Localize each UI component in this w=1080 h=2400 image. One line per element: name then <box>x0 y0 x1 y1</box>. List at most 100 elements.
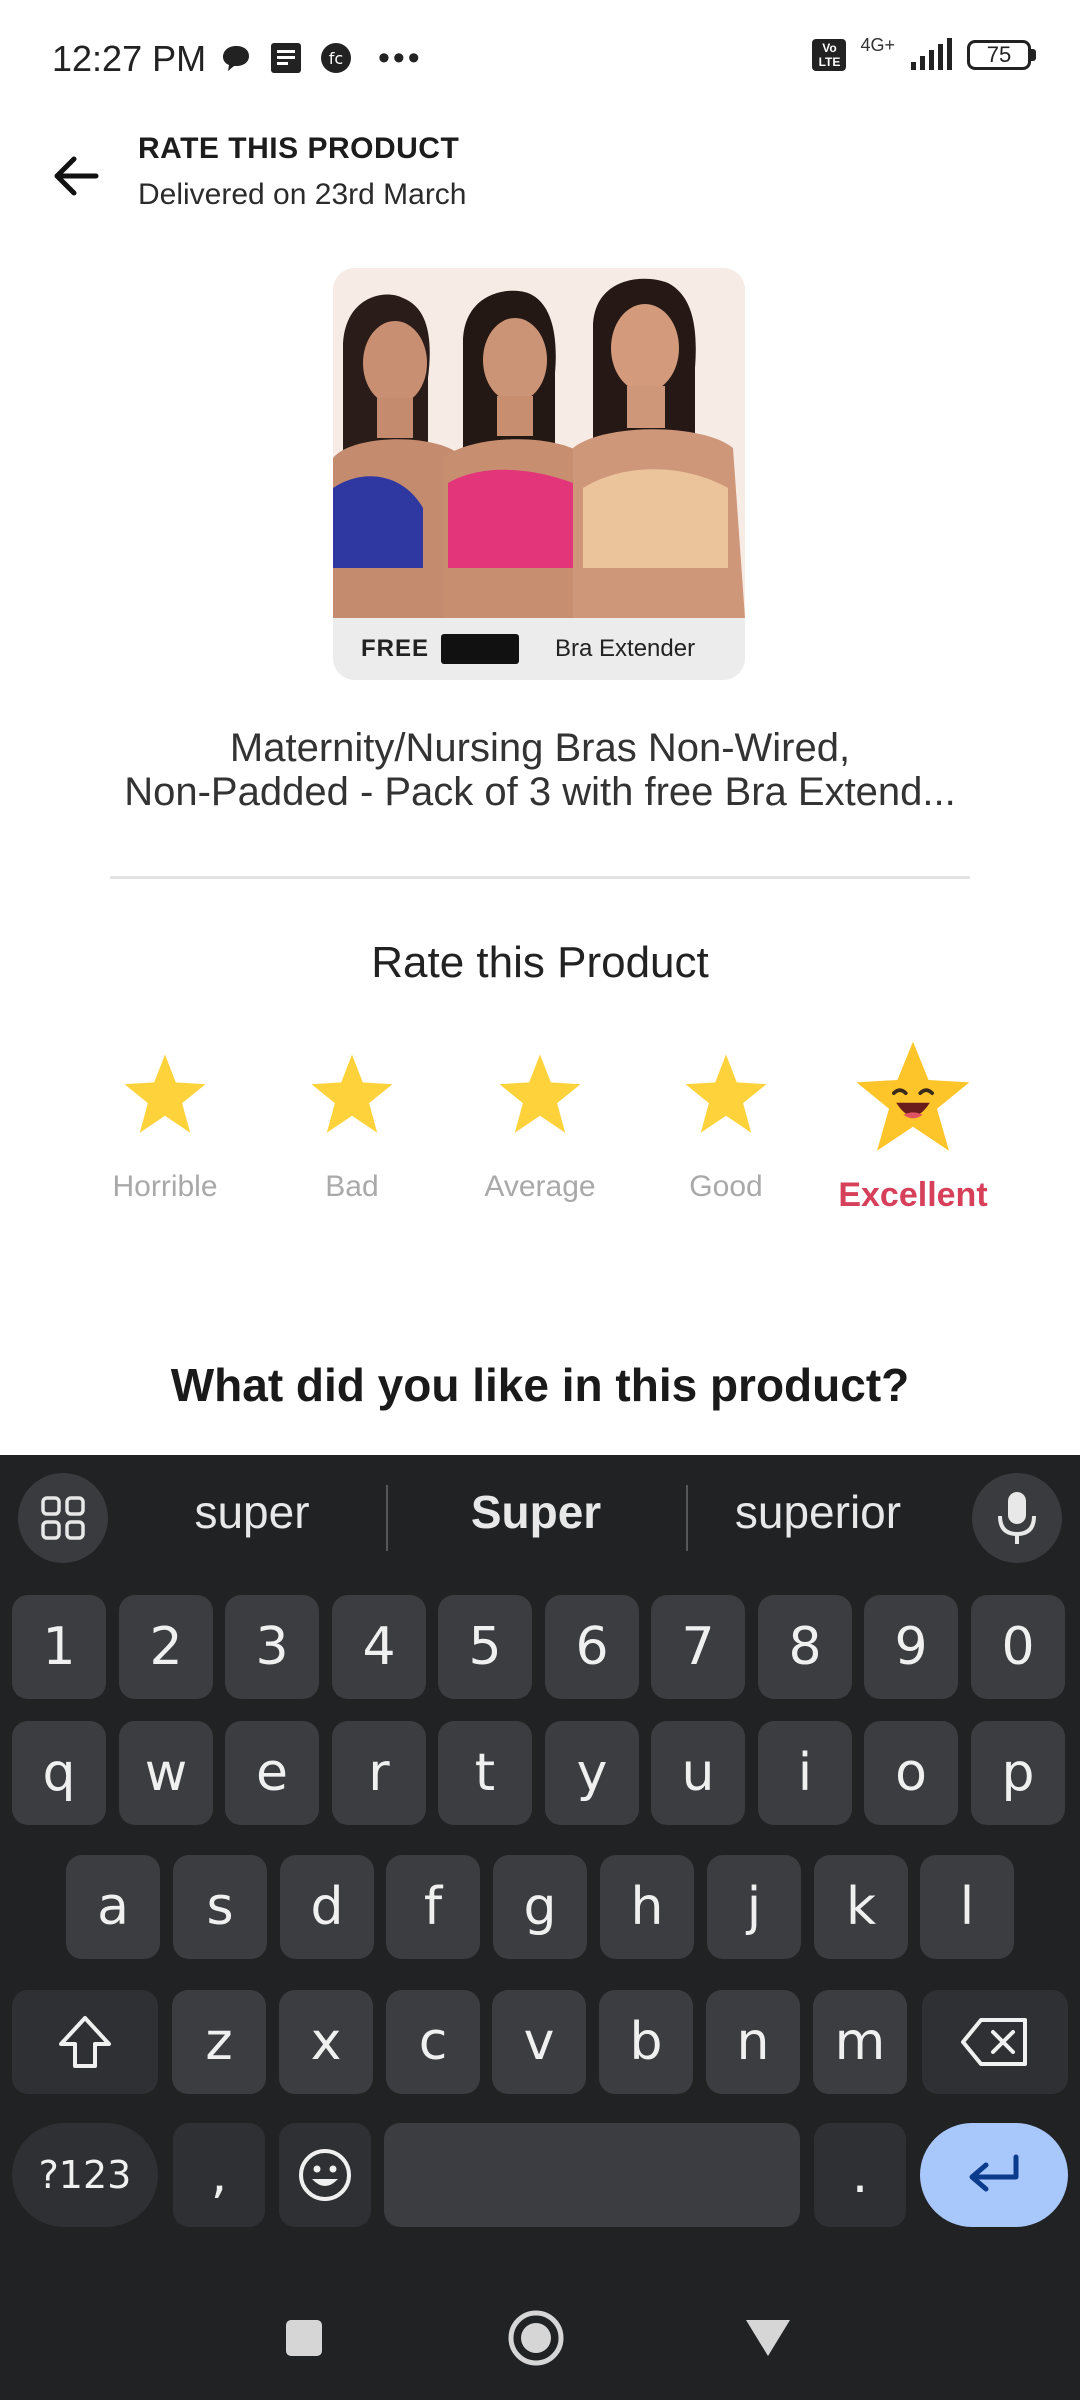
note-icon <box>268 40 304 76</box>
space-key[interactable] <box>384 2123 800 2227</box>
product-name: Maternity/Nursing Bras Non-Wired, Non-Pa… <box>124 726 956 814</box>
comma-key[interactable]: , <box>173 2123 265 2227</box>
symbols-key[interactable]: ?123 <box>12 2123 158 2227</box>
letter-key-k[interactable]: k <box>814 1855 908 1959</box>
letter-key-v[interactable]: v <box>492 1990 586 2094</box>
star-icon <box>311 1054 393 1133</box>
status-notification-icons: fc ••• <box>218 40 423 76</box>
system-navigation-bar <box>0 2270 1080 2400</box>
number-key-6[interactable]: 6 <box>545 1595 639 1699</box>
rating-option-bad[interactable]: Bad <box>262 1050 442 1204</box>
rating-label: Average <box>484 1170 596 1203</box>
letter-key-n[interactable]: n <box>706 1990 800 2094</box>
suggestion-1[interactable]: super <box>122 1485 382 1539</box>
back-arrow-icon <box>54 156 99 196</box>
rating-label: Good <box>689 1170 763 1203</box>
letter-key-p[interactable]: p <box>971 1721 1065 1825</box>
product-photo <box>333 268 745 618</box>
letter-key-z[interactable]: z <box>172 1990 266 2094</box>
letter-key-m[interactable]: m <box>813 1990 907 2094</box>
shift-icon <box>59 2016 111 2068</box>
number-key-4[interactable]: 4 <box>332 1595 426 1699</box>
divider <box>110 876 970 879</box>
more-dots-icon: ••• <box>378 39 423 77</box>
suggestion-3[interactable]: superior <box>688 1485 948 1539</box>
status-bar: 12:27 PM fc ••• Vo LTE 4G+ 75 <box>0 0 1080 120</box>
rating-option-excellent[interactable]: Excellent <box>823 1041 1003 1215</box>
banner-free-label: FREE <box>361 635 430 662</box>
keyboard: super Super superior ?123 , . 1 2 3 4 5 … <box>0 1455 1080 2400</box>
happy-star-icon <box>856 1041 970 1151</box>
triangle-back-icon <box>746 2320 790 2356</box>
letter-key-x[interactable]: x <box>279 1990 373 2094</box>
rating-label: Excellent <box>838 1176 988 1214</box>
letter-key-c[interactable]: c <box>386 1990 480 2094</box>
voice-input-button[interactable] <box>972 1473 1062 1563</box>
number-key-2[interactable]: 2 <box>119 1595 213 1699</box>
letter-key-d[interactable]: d <box>280 1855 374 1959</box>
banner-text: Bra Extender <box>555 635 696 662</box>
rating-option-good[interactable]: Good <box>636 1050 816 1204</box>
letter-key-t[interactable]: t <box>438 1721 532 1825</box>
shift-key[interactable] <box>12 1990 158 2094</box>
rating-label: Bad <box>325 1170 379 1203</box>
chat-icon <box>218 40 254 76</box>
letter-key-h[interactable]: h <box>600 1855 694 1959</box>
period-key[interactable]: . <box>814 2123 906 2227</box>
number-key-5[interactable]: 5 <box>438 1595 532 1699</box>
suggestion-bar: super Super superior <box>0 1455 1080 1579</box>
rating-option-horrible[interactable]: Horrible <box>75 1050 255 1204</box>
backspace-icon <box>961 2018 1027 2066</box>
number-key-0[interactable]: 0 <box>971 1595 1065 1699</box>
enter-key[interactable] <box>920 2123 1068 2227</box>
product-image[interactable]: FREE Bra Extender <box>333 268 745 680</box>
signal-icon <box>911 38 952 70</box>
letter-key-f[interactable]: f <box>386 1855 480 1959</box>
letter-key-y[interactable]: y <box>545 1721 639 1825</box>
svg-text:fc: fc <box>329 49 343 68</box>
star-icon <box>685 1054 767 1133</box>
backspace-key[interactable] <box>922 1990 1068 2094</box>
number-key-8[interactable]: 8 <box>758 1595 852 1699</box>
letter-key-l[interactable]: l <box>920 1855 1014 1959</box>
letter-key-q[interactable]: q <box>12 1721 106 1825</box>
letter-key-b[interactable]: b <box>599 1990 693 2094</box>
star-icon <box>499 1054 581 1133</box>
like-question: What did you like in this product? <box>170 1359 910 1411</box>
battery-icon: 75 <box>967 40 1036 70</box>
letter-key-i[interactable]: i <box>758 1721 852 1825</box>
number-key-1[interactable]: 1 <box>12 1595 106 1699</box>
recents-button[interactable] <box>274 2308 334 2368</box>
emoji-icon <box>299 2149 351 2201</box>
letter-key-o[interactable]: o <box>864 1721 958 1825</box>
rating-stars: Horrible Bad Average Good Excellent <box>0 1041 1080 1250</box>
back-button[interactable] <box>44 144 108 208</box>
rate-title: Rate this Product <box>371 938 709 987</box>
number-key-7[interactable]: 7 <box>651 1595 745 1699</box>
letter-key-a[interactable]: a <box>66 1855 160 1959</box>
letter-key-s[interactable]: s <box>173 1855 267 1959</box>
microphone-icon <box>998 1492 1036 1544</box>
app-header: RATE THIS PRODUCT Delivered on 23rd Marc… <box>0 120 1080 230</box>
letter-key-w[interactable]: w <box>119 1721 213 1825</box>
back-nav-button[interactable] <box>738 2308 798 2368</box>
grid-icon <box>41 1496 85 1540</box>
keyboard-menu-button[interactable] <box>18 1473 108 1563</box>
letter-key-r[interactable]: r <box>332 1721 426 1825</box>
battery-level: 75 <box>967 40 1031 70</box>
rating-label: Horrible <box>112 1170 218 1203</box>
letter-key-e[interactable]: e <box>225 1721 319 1825</box>
circle-app-icon: fc <box>318 40 354 76</box>
volte-icon: Vo LTE <box>812 39 847 71</box>
status-time: 12:27 PM <box>52 38 207 79</box>
letter-key-j[interactable]: j <box>707 1855 801 1959</box>
number-key-9[interactable]: 9 <box>864 1595 958 1699</box>
rating-option-average[interactable]: Average <box>450 1050 630 1204</box>
letter-key-u[interactable]: u <box>651 1721 745 1825</box>
home-button[interactable] <box>506 2308 566 2368</box>
suggestion-2[interactable]: Super <box>406 1485 666 1539</box>
letter-key-g[interactable]: g <box>493 1855 587 1959</box>
number-key-3[interactable]: 3 <box>225 1595 319 1699</box>
enter-icon <box>969 2154 1019 2192</box>
emoji-key[interactable] <box>279 2123 371 2227</box>
